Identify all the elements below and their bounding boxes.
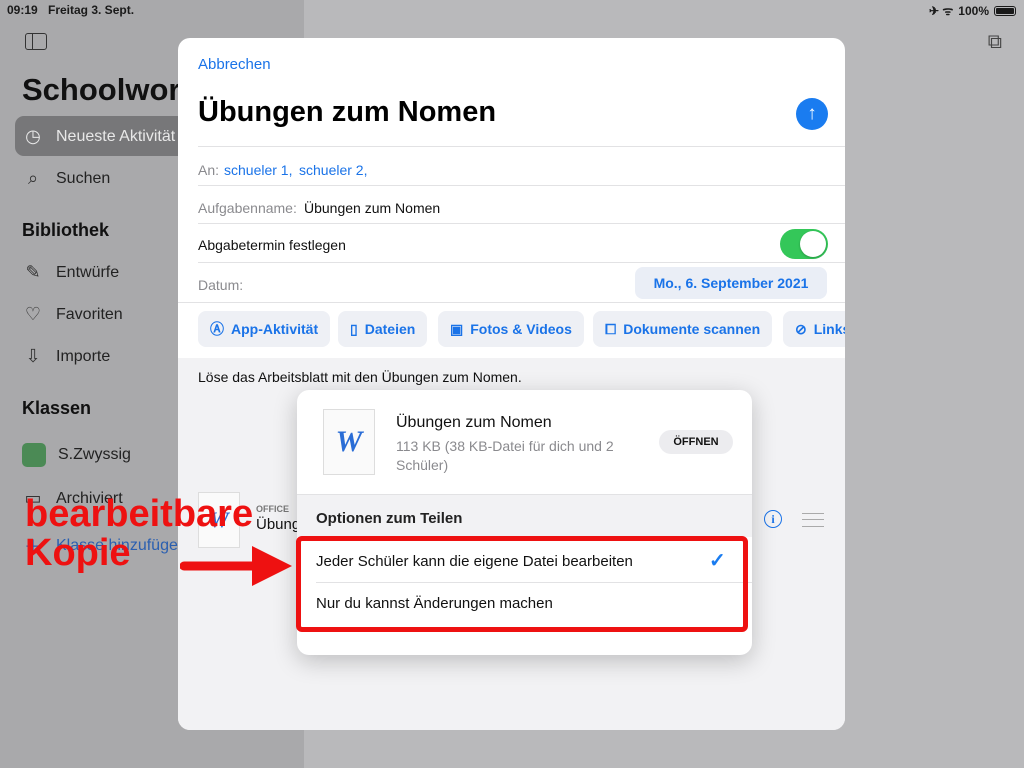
scan-icon: ⧠	[605, 320, 617, 337]
scan-documents-button[interactable]: ⧠ Dokumente scannen	[593, 311, 773, 347]
app-store-icon: Ⓐ	[210, 321, 224, 337]
battery-percent: 100%	[958, 3, 989, 18]
battery-icon	[994, 5, 1016, 16]
sheet-title: Übungen zum Nomen	[198, 96, 497, 128]
sidebar-item-imports[interactable]: ⇩ Importe	[22, 346, 110, 367]
send-button[interactable]: ↑	[796, 98, 828, 130]
divider	[198, 146, 845, 147]
sidebar-item-favorites[interactable]: ♡ Favoriten	[22, 304, 123, 325]
sidebar-item-label: Entwürfe	[56, 263, 120, 281]
info-icon[interactable]: i	[764, 510, 782, 528]
classes-heading: Klassen	[22, 398, 92, 418]
document-icon: ▯	[350, 320, 358, 337]
status-date: Freitag 3. Sept.	[48, 3, 135, 17]
chip-label: Links	[813, 321, 845, 337]
chip-label: Dateien	[364, 321, 416, 337]
sidebar-item-drafts[interactable]: ✎ Entwürfe	[22, 262, 119, 283]
annotation-line-1: bearbeitbare	[25, 493, 254, 535]
class-icon	[22, 443, 46, 467]
airplane-wifi-icons: ✈ ᯤ	[928, 4, 954, 18]
sidebar-item-search[interactable]: ⌕ Suchen	[22, 168, 110, 189]
sidebar-item-label: Neueste Aktivität	[56, 127, 176, 145]
reorder-handle-icon[interactable]	[802, 513, 824, 527]
sidebar-item-recent[interactable]: ◷ Neueste Aktivität	[22, 126, 175, 147]
annotation-highlight-box	[296, 536, 748, 632]
arrow-up-icon: ↑	[807, 103, 817, 124]
chip-label: Dokumente scannen	[623, 321, 761, 337]
word-file-icon: W	[323, 409, 375, 475]
divider	[178, 302, 845, 303]
popover-file-name: Übungen zum Nomen	[396, 414, 552, 431]
sidebar-item-label: Importe	[56, 347, 111, 365]
library-heading: Bibliothek	[22, 220, 110, 240]
links-button[interactable]: ⊘ Links	[783, 311, 845, 347]
compass-icon: ⊘	[795, 320, 807, 337]
divider	[198, 223, 845, 224]
sidebar-toggle-icon[interactable]	[25, 33, 47, 50]
instructions-text[interactable]: Löse das Arbeitsblatt mit den Übungen zu…	[198, 369, 522, 385]
status-time: 09:19	[7, 3, 38, 17]
popover-file-meta: 113 KB (38 KB-Datei für dich und 2 Schül…	[396, 438, 614, 473]
app-activity-button[interactable]: Ⓐ App-Aktivität	[198, 311, 331, 347]
heart-icon: ♡	[24, 304, 42, 324]
attachment-source: OFFICE	[256, 504, 289, 514]
due-date-label: Abgabetermin festlegen	[198, 237, 346, 253]
sidebar-title: Schoolwork	[22, 72, 198, 107]
recipient-chip[interactable]: schueler 2,	[299, 162, 367, 178]
layers-add-icon[interactable]: ⧉	[988, 31, 1002, 54]
task-name-label: Aufgabenname:	[198, 200, 297, 216]
date-label: Datum:	[198, 277, 244, 293]
due-date-toggle[interactable]	[780, 229, 828, 259]
task-name-field[interactable]: Übungen zum Nomen	[304, 200, 440, 216]
divider	[198, 185, 845, 186]
photo-icon: ▣	[450, 320, 464, 337]
date-picker-button[interactable]: Mo., 6. September 2021	[635, 267, 827, 299]
open-button[interactable]: ÖFFNEN	[659, 430, 733, 454]
sidebar-item-label: S.Zwyssig	[58, 446, 131, 463]
chip-label: App-Aktivität	[231, 321, 319, 337]
pencil-square-icon: ✎	[25, 262, 41, 282]
divider	[198, 262, 845, 263]
sidebar-item-label: Favoriten	[56, 305, 123, 323]
chip-label: Fotos & Videos	[470, 321, 572, 337]
clock-icon: ◷	[25, 126, 41, 146]
cancel-button[interactable]: Abbrechen	[198, 56, 271, 73]
annotation-arrow-icon	[180, 546, 292, 586]
sidebar-item-class[interactable]: S.Zwyssig	[22, 443, 131, 467]
import-tray-icon: ⇩	[25, 346, 41, 366]
sidebar-item-label: Suchen	[56, 169, 111, 187]
search-icon: ⌕	[27, 168, 39, 188]
share-options-title: Optionen zum Teilen	[316, 510, 463, 527]
recipient-chip[interactable]: schueler 1,	[224, 162, 292, 178]
files-button[interactable]: ▯ Dateien	[338, 311, 428, 347]
status-indicators: ✈ ᯤ 100%	[929, 2, 1016, 19]
to-label: An:	[198, 162, 220, 178]
photos-videos-button[interactable]: ▣ Fotos & Videos	[438, 311, 584, 347]
